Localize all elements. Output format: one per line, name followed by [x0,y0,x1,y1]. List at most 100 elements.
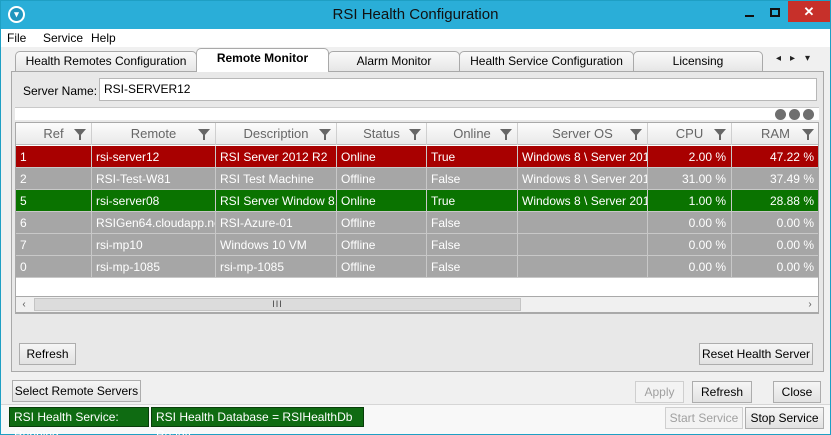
scroll-thumb[interactable]: III [34,298,521,311]
table-row[interactable]: 5 rsi-server08 RSI Server Window 8.1 Online… [16,190,818,212]
cell-os[interactable] [518,212,648,234]
cell-description[interactable]: RSI Server 2012 R2 [216,146,337,168]
cell-remote[interactable]: RSIGen64.cloudapp.net [92,212,216,234]
cell-ref[interactable]: 1 [16,146,92,168]
cell-ram[interactable]: 47.22 % [732,146,818,168]
cell-os[interactable] [518,234,648,256]
filter-icon[interactable] [74,129,86,140]
tab-licensing[interactable]: Licensing [633,51,763,71]
cell-ram[interactable]: 0.00 % [732,212,818,234]
cell-remote[interactable]: rsi-server12 [92,146,216,168]
table-row[interactable]: 0 rsi-mp-1085 rsi-mp-1085 Offline False 0.00 … [16,256,818,278]
cell-online[interactable]: False [427,234,518,256]
dot-icon[interactable] [789,109,800,120]
cell-cpu[interactable]: 0.00 % [648,212,732,234]
cell-description[interactable]: RSI Test Machine [216,168,337,190]
filter-icon[interactable] [409,129,421,140]
cell-description[interactable]: RSI-Azure-01 [216,212,337,234]
cell-remote[interactable]: rsi-mp10 [92,234,216,256]
tab-health-service-configuration[interactable]: Health Service Configuration [459,51,634,71]
scroll-left-icon[interactable]: ‹ [16,297,32,312]
cell-os[interactable]: Windows 8 \ Server 2012 [518,190,648,212]
select-remote-servers-button[interactable]: Select Remote Servers [12,380,141,402]
cell-ram[interactable]: 37.49 % [732,168,818,190]
close-window-button[interactable]: ✕ [788,1,830,22]
column-header-description[interactable]: Description [216,123,337,145]
cell-ref[interactable]: 5 [16,190,92,212]
apply-button[interactable]: Apply [635,381,684,403]
cell-ram[interactable]: 28.88 % [732,190,818,212]
column-header-server-os[interactable]: Server OS [518,123,648,145]
dot-icon[interactable] [803,109,814,120]
cell-cpu[interactable]: 0.00 % [648,256,732,278]
filter-icon[interactable] [198,129,210,140]
tab-alarm-monitor[interactable]: Alarm Monitor [328,51,460,71]
dot-icon[interactable] [775,109,786,120]
cell-cpu[interactable]: 1.00 % [648,190,732,212]
cell-ram[interactable]: 0.00 % [732,234,818,256]
tab-remote-monitor[interactable]: Remote Monitor [196,48,329,72]
minimize-button[interactable] [736,1,762,22]
scroll-right-icon[interactable]: › [802,297,818,312]
cell-ram[interactable]: 0.00 % [732,256,818,278]
cell-online[interactable]: True [427,146,518,168]
cell-cpu[interactable]: 0.00 % [648,234,732,256]
start-service-button[interactable]: Start Service [665,407,743,429]
filter-icon[interactable] [802,129,814,140]
reset-health-server-button[interactable]: Reset Health Server [699,343,813,365]
table-row[interactable]: 2 RSI-Test-W81 RSI Test Machine Offline Fals… [16,168,818,190]
column-header-remote[interactable]: Remote [92,123,216,145]
title-bar[interactable]: RSI Health Configuration ▾ ✕ [1,1,830,29]
cell-online[interactable]: True [427,190,518,212]
cell-remote[interactable]: rsi-server08 [92,190,216,212]
table-row[interactable]: 1 rsi-server12 RSI Server 2012 R2 Online Tru… [16,146,818,168]
cell-ref[interactable]: 2 [16,168,92,190]
column-header-status[interactable]: Status [337,123,427,145]
app-icon[interactable]: ▾ [8,6,25,23]
column-header-online[interactable]: Online [427,123,518,145]
maximize-button[interactable] [762,1,788,22]
cell-status[interactable]: Online [337,190,427,212]
tab-health-remotes-configuration[interactable]: Health Remotes Configuration [15,51,197,71]
filter-icon[interactable] [319,129,331,140]
tab-next-icon[interactable]: ▸ [790,53,795,64]
column-header-ram[interactable]: RAM [732,123,818,145]
refresh-button[interactable]: Refresh [692,381,752,403]
cell-status[interactable]: Offline [337,234,427,256]
column-header-ref[interactable]: Ref [16,123,92,145]
tab-prev-icon[interactable]: ◂ [776,53,781,64]
cell-os[interactable]: Windows 8 \ Server 2012 [518,146,648,168]
cell-status[interactable]: Offline [337,168,427,190]
cell-os[interactable] [518,256,648,278]
close-button[interactable]: Close [773,381,821,403]
cell-description[interactable]: rsi-mp-1085 [216,256,337,278]
cell-remote[interactable]: rsi-mp-1085 [92,256,216,278]
server-name-field[interactable]: RSI-SERVER12 [99,78,817,101]
table-row[interactable]: 6 RSIGen64.cloudapp.net RSI-Azure-01 Offlin… [16,212,818,234]
cell-ref[interactable]: 0 [16,256,92,278]
cell-cpu[interactable]: 31.00 % [648,168,732,190]
column-header-cpu[interactable]: CPU [648,123,732,145]
horizontal-scrollbar[interactable]: ‹ III › [15,296,819,313]
cell-status[interactable]: Offline [337,212,427,234]
cell-description[interactable]: Windows 10 VM [216,234,337,256]
menu-service[interactable]: Service [43,31,83,45]
cell-ref[interactable]: 6 [16,212,92,234]
cell-online[interactable]: False [427,168,518,190]
cell-online[interactable]: False [427,256,518,278]
menu-file[interactable]: File [7,31,26,45]
filter-icon[interactable] [500,129,512,140]
cell-os[interactable]: Windows 8 \ Server 2012 [518,168,648,190]
tab-list-icon[interactable]: ▾ [805,53,810,64]
table-row[interactable]: 7 rsi-mp10 Windows 10 VM Offline False 0.00 %… [16,234,818,256]
cell-remote[interactable]: RSI-Test-W81 [92,168,216,190]
filter-icon[interactable] [630,129,642,140]
cell-description[interactable]: RSI Server Window 8.1 [216,190,337,212]
filter-icon[interactable] [714,129,726,140]
cell-status[interactable]: Offline [337,256,427,278]
cell-ref[interactable]: 7 [16,234,92,256]
cell-online[interactable]: False [427,212,518,234]
grid-refresh-button[interactable]: Refresh [19,343,76,365]
menu-help[interactable]: Help [91,31,116,45]
stop-service-button[interactable]: Stop Service [745,407,824,429]
